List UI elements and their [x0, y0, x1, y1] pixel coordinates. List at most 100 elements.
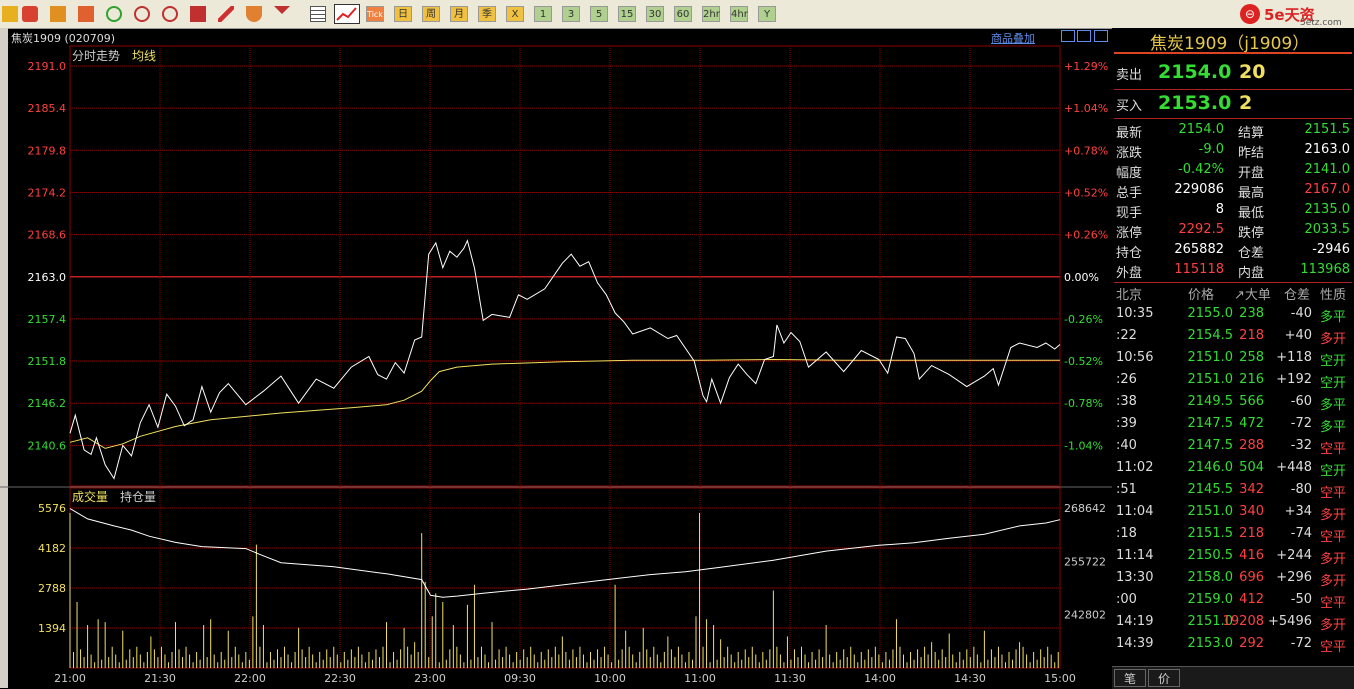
stat-value: 8 [1215, 202, 1224, 217]
pct-tick-label: -0.78% [1064, 397, 1103, 410]
tick-vol: 288 [1239, 438, 1264, 453]
tick-time: 10:56 [1116, 350, 1154, 365]
tick-nature: 空平 [1320, 442, 1347, 457]
stat-label: 开盘 [1238, 166, 1265, 181]
tick-price: 2151.0 [1187, 372, 1234, 387]
stat-label: 最新 [1116, 126, 1143, 141]
divider [1114, 52, 1352, 54]
tick-row: 10:56 2151.0 258 +118 空开 [1112, 350, 1354, 372]
tick-price: 2154.5 [1187, 328, 1234, 343]
stat-label: 持仓 [1116, 246, 1143, 261]
tick-nature: 多开 [1320, 508, 1347, 523]
stat-value: -0.42% [1178, 162, 1224, 177]
tick-chg: -40 [1290, 306, 1312, 321]
stat-label: 最高 [1238, 186, 1265, 201]
tab-ticks[interactable]: 笔 [1114, 669, 1146, 687]
tick-vol: 218 [1239, 526, 1264, 541]
ticks-header-time: 北京 [1116, 288, 1143, 303]
sell-volume: 20 [1239, 61, 1266, 83]
stat-value: -9.0 [1198, 142, 1224, 157]
stat-label: 外盘 [1116, 266, 1143, 281]
tick-chg: -60 [1290, 394, 1312, 409]
tick-nature: 多开 [1320, 574, 1347, 589]
ticks-header-nature: 性质 [1320, 288, 1347, 303]
pct-tick-label: -1.04% [1064, 439, 1103, 452]
price-pane-frame [69, 45, 1061, 487]
tick-row: 13:30 2158.0 696 +296 多开 [1112, 570, 1354, 592]
stat-label: 总手 [1116, 186, 1143, 201]
quote-panel: 焦炭1909（j1909） 卖出 2154.0 20 买入 2153.0 2 最… [1112, 28, 1354, 688]
time-tick-label: 14:00 [864, 672, 896, 685]
tick-nature: 多平 [1320, 398, 1347, 413]
time-tick-label: 14:30 [954, 672, 986, 685]
stat-value: 2141.0 [1304, 162, 1351, 177]
tick-chg: -80 [1290, 482, 1312, 497]
tick-vol: 19208 [1222, 614, 1264, 629]
tick-time: :39 [1116, 416, 1137, 431]
stat-label: 涨停 [1116, 226, 1143, 241]
tab-price[interactable]: 价 [1148, 669, 1180, 687]
commodity-overlay-link[interactable]: 商品叠加 [991, 30, 1035, 46]
logo-mark: ⊖ [1240, 4, 1260, 24]
stat-value: 265882 [1174, 242, 1224, 257]
stat-label: 昨结 [1238, 146, 1265, 161]
pct-tick-label: +1.29% [1064, 60, 1108, 73]
next-arrow-icon[interactable] [1077, 30, 1091, 42]
pct-tick-label: -0.26% [1064, 313, 1103, 326]
tick-time: :26 [1116, 372, 1137, 387]
ticks-header-price: 价格 [1188, 288, 1215, 303]
volume-legend: 成交量 [72, 489, 108, 504]
tick-nature: 空平 [1320, 486, 1347, 501]
tick-vol: 218 [1239, 328, 1264, 343]
tick-chg: +192 [1276, 372, 1312, 387]
buy-price: 2153.0 [1158, 92, 1232, 114]
oi-tick-label: 268642 [1064, 502, 1106, 515]
panel-toggle-icon[interactable] [1094, 30, 1108, 42]
tick-row: :38 2149.5 566 -60 多平 [1112, 394, 1354, 416]
tick-time: :51 [1116, 482, 1137, 497]
time-tick-label: 22:30 [324, 672, 356, 685]
tick-price: 2155.0 [1187, 306, 1234, 321]
tick-vol: 258 [1239, 350, 1264, 365]
stat-label: 跌停 [1238, 226, 1265, 241]
stat-label: 现手 [1116, 206, 1143, 221]
tick-time: :18 [1116, 526, 1137, 541]
time-tick-label: 15:00 [1044, 672, 1076, 685]
stat-value: 2154.0 [1178, 122, 1225, 137]
tick-nature: 多开 [1320, 552, 1347, 567]
oi-legend: 持仓量 [120, 489, 156, 504]
price-tick-label: 2163.0 [28, 271, 67, 284]
price-tick-label: 2179.8 [28, 144, 67, 157]
tick-vol: 472 [1239, 416, 1264, 431]
tick-nature: 多平 [1320, 310, 1347, 325]
stat-value: 2167.0 [1304, 182, 1351, 197]
stat-value: 2135.0 [1304, 202, 1351, 217]
price-tick-label: 2185.4 [28, 102, 67, 115]
tick-time: 11:14 [1116, 548, 1154, 563]
intraday-chart: 2191.0 +1.29% 2185.4 +1.04% 2179.8 +0.78% 2174… [0, 45, 1112, 685]
stat-label: 最低 [1238, 206, 1265, 221]
tick-vol: 340 [1239, 504, 1264, 519]
price-pane-title: 分时走势 [72, 49, 120, 63]
tick-chg: -72 [1290, 636, 1312, 651]
tick-time: :22 [1116, 328, 1137, 343]
logo-domain: 5etz.com [1300, 18, 1342, 28]
brand-logo: ⊖ 5e天资 5etz.com [1240, 4, 1350, 28]
tick-row: :51 2145.5 342 -80 空平 [1112, 482, 1354, 504]
pct-tick-label: +0.78% [1064, 144, 1108, 157]
prev-arrow-icon[interactable] [1061, 30, 1075, 42]
tick-time: 13:30 [1116, 570, 1154, 585]
price-tick-label: 2168.6 [28, 229, 67, 242]
tick-time: 11:04 [1116, 504, 1154, 519]
time-tick-label: 21:30 [144, 672, 176, 685]
tick-vol: 416 [1239, 548, 1264, 563]
tick-row: 14:39 2153.0 292 -72 空平 [1112, 636, 1354, 658]
tick-row: :22 2154.5 218 +40 多开 [1112, 328, 1354, 350]
tick-row: :26 2151.0 216 +192 空开 [1112, 372, 1354, 394]
buy-label: 买入 [1116, 99, 1143, 114]
tick-vol: 216 [1239, 372, 1264, 387]
tick-nature: 空平 [1320, 596, 1347, 611]
stat-value: -2946 [1312, 242, 1350, 257]
average-price-line [69, 358, 1060, 449]
tick-price: 2147.5 [1187, 416, 1234, 431]
